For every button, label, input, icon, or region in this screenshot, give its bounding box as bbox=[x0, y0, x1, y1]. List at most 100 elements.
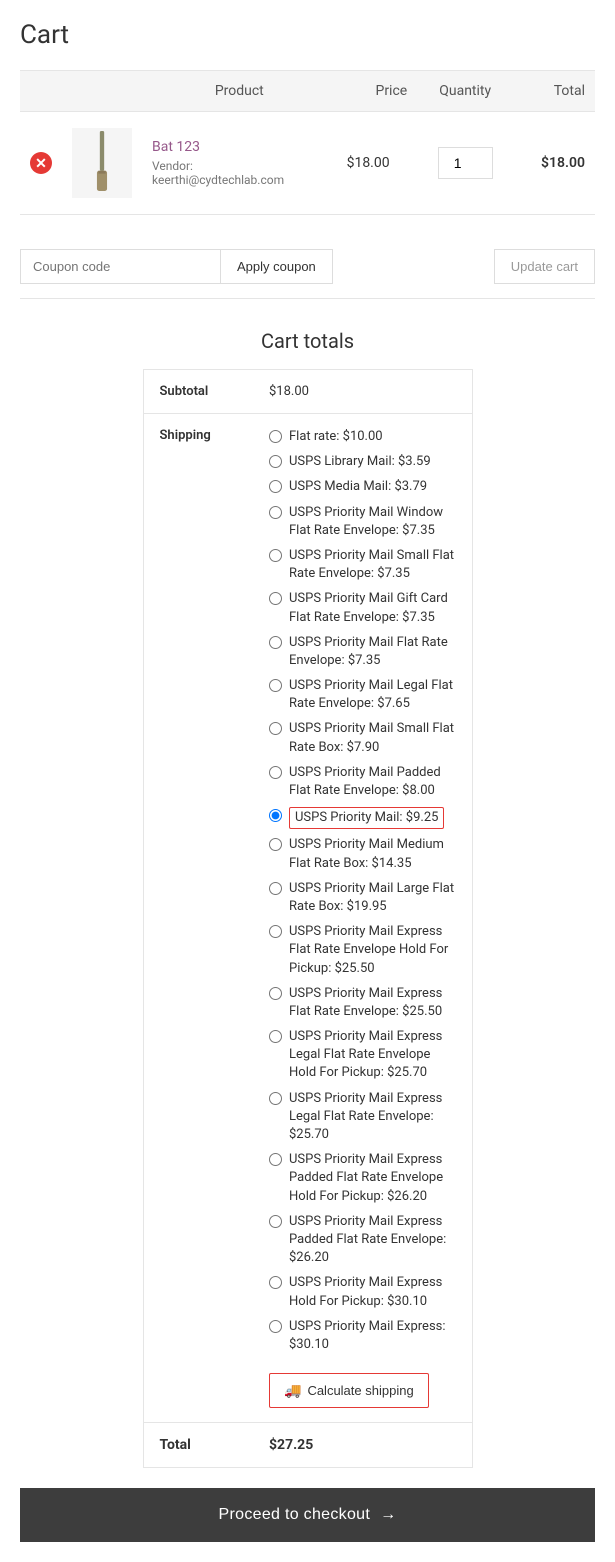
shipping-item: USPS Priority Mail Window Flat Rate Enve… bbox=[269, 504, 456, 540]
shipping-item: USPS Media Mail: $3.79 bbox=[269, 478, 456, 496]
shipping-item: USPS Priority Mail Express Hold For Pick… bbox=[269, 1274, 456, 1310]
shipping-item: USPS Priority Mail Express Flat Rate Env… bbox=[269, 985, 456, 1021]
shipping-radio[interactable] bbox=[269, 809, 282, 822]
shipping-radio[interactable] bbox=[269, 838, 282, 851]
shipping-item: USPS Priority Mail Legal Flat Rate Envel… bbox=[269, 677, 456, 713]
shipping-radio[interactable] bbox=[269, 480, 282, 493]
totals-table: Subtotal $18.00 Shipping Flat rate: $10.… bbox=[143, 369, 473, 1468]
update-cart-button[interactable]: Update cart bbox=[494, 249, 595, 284]
col-price: Price bbox=[337, 71, 418, 112]
shipping-radio[interactable] bbox=[269, 1153, 282, 1166]
shipping-option-label: USPS Priority Mail Medium Flat Rate Box:… bbox=[289, 836, 456, 872]
shipping-option-label: USPS Priority Mail Flat Rate Envelope: $… bbox=[289, 634, 456, 670]
shipping-radio[interactable] bbox=[269, 722, 282, 735]
coupon-input[interactable] bbox=[20, 249, 220, 284]
shipping-radio[interactable] bbox=[269, 430, 282, 443]
item-price: $18.00 bbox=[347, 155, 390, 171]
cart-totals-title: Cart totals bbox=[261, 329, 354, 353]
shipping-radio[interactable] bbox=[269, 592, 282, 605]
shipping-radio[interactable] bbox=[269, 549, 282, 562]
col-total: Total bbox=[513, 71, 595, 112]
shipping-item: USPS Priority Mail Large Flat Rate Box: … bbox=[269, 880, 456, 916]
shipping-radio[interactable] bbox=[269, 506, 282, 519]
shipping-radio[interactable] bbox=[269, 1276, 282, 1289]
shipping-options-cell: Flat rate: $10.00 USPS Library Mail: $3.5… bbox=[253, 414, 472, 1423]
shipping-item: USPS Priority Mail Small Flat Rate Envel… bbox=[269, 547, 456, 583]
col-quantity: Quantity bbox=[417, 71, 513, 112]
proceed-to-checkout-button[interactable]: Proceed to checkout → bbox=[20, 1488, 595, 1542]
shipping-options-list: Flat rate: $10.00 USPS Library Mail: $3.5… bbox=[269, 428, 456, 1361]
shipping-item: USPS Priority Mail Small Flat Rate Box: … bbox=[269, 720, 456, 756]
shipping-radio[interactable] bbox=[269, 1215, 282, 1228]
shipping-option-label: USPS Priority Mail Express Flat Rate Env… bbox=[289, 985, 456, 1021]
checkout-wrapper: Proceed to checkout → bbox=[20, 1488, 595, 1542]
shipping-option-label: USPS Priority Mail Small Flat Rate Envel… bbox=[289, 547, 456, 583]
shipping-option-label: USPS Priority Mail Padded Flat Rate Enve… bbox=[289, 764, 456, 800]
shipping-radio[interactable] bbox=[269, 987, 282, 1000]
shipping-option-label: USPS Priority Mail Express: $30.10 bbox=[289, 1318, 456, 1354]
page-title: Cart bbox=[20, 20, 595, 50]
cart-table: Product Price Quantity Total ✕ bbox=[20, 70, 595, 215]
apply-coupon-button[interactable]: Apply coupon bbox=[220, 249, 333, 284]
product-name-link[interactable]: Bat 123 bbox=[152, 139, 200, 155]
shipping-item: USPS Library Mail: $3.59 bbox=[269, 453, 456, 471]
shipping-item: USPS Priority Mail Express Padded Flat R… bbox=[269, 1151, 456, 1206]
cart-row: ✕ Bat 123 Vendor: keerthi@cydt bbox=[20, 112, 595, 215]
subtotal-label: Subtotal bbox=[143, 370, 253, 414]
shipping-radio[interactable] bbox=[269, 1092, 282, 1105]
shipping-item: USPS Priority Mail Padded Flat Rate Enve… bbox=[269, 764, 456, 800]
truck-icon: 🚚 bbox=[284, 1382, 301, 1399]
shipping-option-label: USPS Priority Mail Window Flat Rate Enve… bbox=[289, 504, 456, 540]
cart-totals-section: Cart totals Subtotal $18.00 Shipping Fla… bbox=[20, 329, 595, 1542]
shipping-option-label: USPS Priority Mail Express Legal Flat Ra… bbox=[289, 1090, 456, 1145]
shipping-item: USPS Priority Mail Express: $30.10 bbox=[269, 1318, 456, 1354]
quantity-input[interactable] bbox=[438, 147, 493, 179]
col-product: Product bbox=[142, 71, 337, 112]
shipping-item: USPS Priority Mail Medium Flat Rate Box:… bbox=[269, 836, 456, 872]
product-image bbox=[72, 128, 132, 198]
total-row: Total $27.25 bbox=[143, 1423, 472, 1468]
shipping-radio[interactable] bbox=[269, 882, 282, 895]
remove-icon: ✕ bbox=[30, 152, 52, 174]
shipping-radio[interactable] bbox=[269, 1320, 282, 1333]
checkout-arrow-icon: → bbox=[380, 1506, 396, 1524]
shipping-item: Flat rate: $10.00 bbox=[269, 428, 456, 446]
shipping-option-label: USPS Priority Mail Express Hold For Pick… bbox=[289, 1274, 456, 1310]
shipping-item: USPS Priority Mail Express Legal Flat Ra… bbox=[269, 1028, 456, 1083]
shipping-radio[interactable] bbox=[269, 1030, 282, 1043]
shipping-row: Shipping Flat rate: $10.00 USPS Library M… bbox=[143, 414, 472, 1423]
shipping-item: USPS Priority Mail Flat Rate Envelope: $… bbox=[269, 634, 456, 670]
shipping-label: Shipping bbox=[143, 414, 253, 1423]
shipping-option-label: USPS Priority Mail Legal Flat Rate Envel… bbox=[289, 677, 456, 713]
shipping-option-label: USPS Priority Mail Express Padded Flat R… bbox=[289, 1213, 456, 1268]
shipping-option-label: USPS Priority Mail Small Flat Rate Box: … bbox=[289, 720, 456, 756]
shipping-radio[interactable] bbox=[269, 455, 282, 468]
shipping-option-label: USPS Priority Mail Express Legal Flat Ra… bbox=[289, 1028, 456, 1083]
remove-item-button[interactable]: ✕ bbox=[30, 152, 52, 174]
col-remove bbox=[20, 71, 62, 112]
subtotal-value: $18.00 bbox=[253, 370, 472, 414]
total-value: $27.25 bbox=[253, 1423, 472, 1468]
coupon-form: Apply coupon bbox=[20, 249, 333, 284]
shipping-radio[interactable] bbox=[269, 925, 282, 938]
vendor-label: Vendor: bbox=[152, 159, 327, 173]
shipping-radio[interactable] bbox=[269, 679, 282, 692]
total-label: Total bbox=[143, 1423, 253, 1468]
calculate-shipping-button[interactable]: 🚚 Calculate shipping bbox=[269, 1373, 429, 1408]
shipping-item: USPS Priority Mail Express Legal Flat Ra… bbox=[269, 1090, 456, 1145]
shipping-item: USPS Priority Mail: $9.25 bbox=[269, 807, 456, 829]
calc-shipping-label: Calculate shipping bbox=[307, 1383, 413, 1398]
col-image bbox=[62, 71, 142, 112]
subtotal-row: Subtotal $18.00 bbox=[143, 370, 472, 414]
shipping-option-label: USPS Priority Mail Express Flat Rate Env… bbox=[289, 923, 456, 978]
checkout-label: Proceed to checkout bbox=[219, 1506, 371, 1524]
shipping-option-label: USPS Media Mail: $3.79 bbox=[289, 478, 427, 496]
shipping-option-label: USPS Library Mail: $3.59 bbox=[289, 453, 431, 471]
shipping-option-label: Flat rate: $10.00 bbox=[289, 428, 383, 446]
shipping-item: USPS Priority Mail Gift Card Flat Rate E… bbox=[269, 590, 456, 626]
shipping-radio[interactable] bbox=[269, 766, 282, 779]
item-total: $18.00 bbox=[541, 155, 585, 171]
shipping-item: USPS Priority Mail Express Padded Flat R… bbox=[269, 1213, 456, 1268]
shipping-item: USPS Priority Mail Express Flat Rate Env… bbox=[269, 923, 456, 978]
shipping-radio[interactable] bbox=[269, 636, 282, 649]
